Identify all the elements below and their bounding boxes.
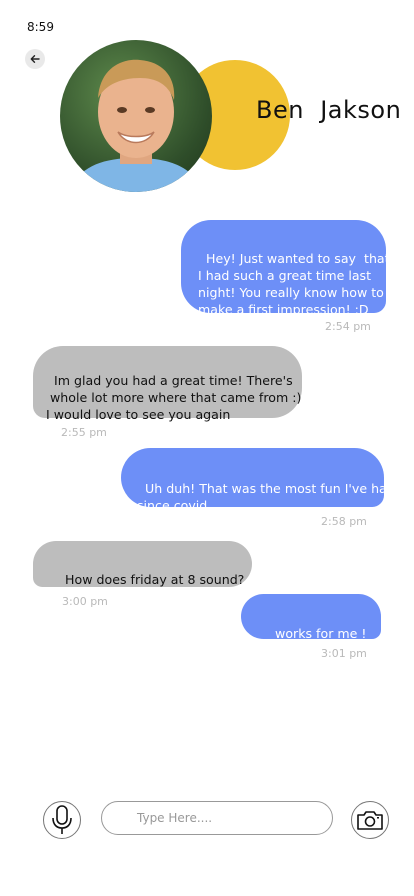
message-input-placeholder: Type Here.... xyxy=(137,811,213,825)
message-timestamp: 2:55 pm xyxy=(61,426,107,439)
message-input[interactable]: Type Here.... xyxy=(101,801,333,835)
message-timestamp: 2:54 pm xyxy=(325,320,371,333)
message-text: How does friday at 8 sound? xyxy=(65,572,245,587)
message-bubble-outgoing[interactable]: Uh duh! That was the most fun I've had s… xyxy=(121,448,395,513)
back-button[interactable] xyxy=(25,49,45,69)
message-timestamp: 2:58 pm xyxy=(321,515,367,528)
message-text: Uh duh! That was the most fun I've had s… xyxy=(137,481,395,513)
message-text: Hey! Just wanted to say that I had such … xyxy=(198,251,390,317)
contact-name: Ben Jakson xyxy=(256,96,402,124)
camera-button[interactable] xyxy=(351,801,389,839)
message-bubble-outgoing[interactable]: works for me ! xyxy=(241,594,381,641)
message-timestamp: 3:01 pm xyxy=(321,647,367,660)
camera-icon xyxy=(357,811,383,830)
message-text: Im glad you had a great time! There's wh… xyxy=(46,373,302,422)
arrow-left-icon xyxy=(30,55,40,63)
message-bubble-outgoing[interactable]: Hey! Just wanted to say that I had such … xyxy=(181,220,390,317)
message-text: works for me ! xyxy=(275,626,367,641)
message-bubble-incoming[interactable]: Im glad you had a great time! There's wh… xyxy=(33,346,302,422)
contact-avatar-group xyxy=(60,40,290,195)
microphone-icon xyxy=(52,805,72,834)
avatar-person-image xyxy=(68,59,204,192)
message-timestamp: 3:00 pm xyxy=(62,595,108,608)
mic-button[interactable] xyxy=(43,801,81,839)
avatar[interactable] xyxy=(60,40,212,192)
status-time: 8:59 xyxy=(27,20,54,34)
message-bubble-incoming[interactable]: How does friday at 8 sound? xyxy=(33,541,252,587)
